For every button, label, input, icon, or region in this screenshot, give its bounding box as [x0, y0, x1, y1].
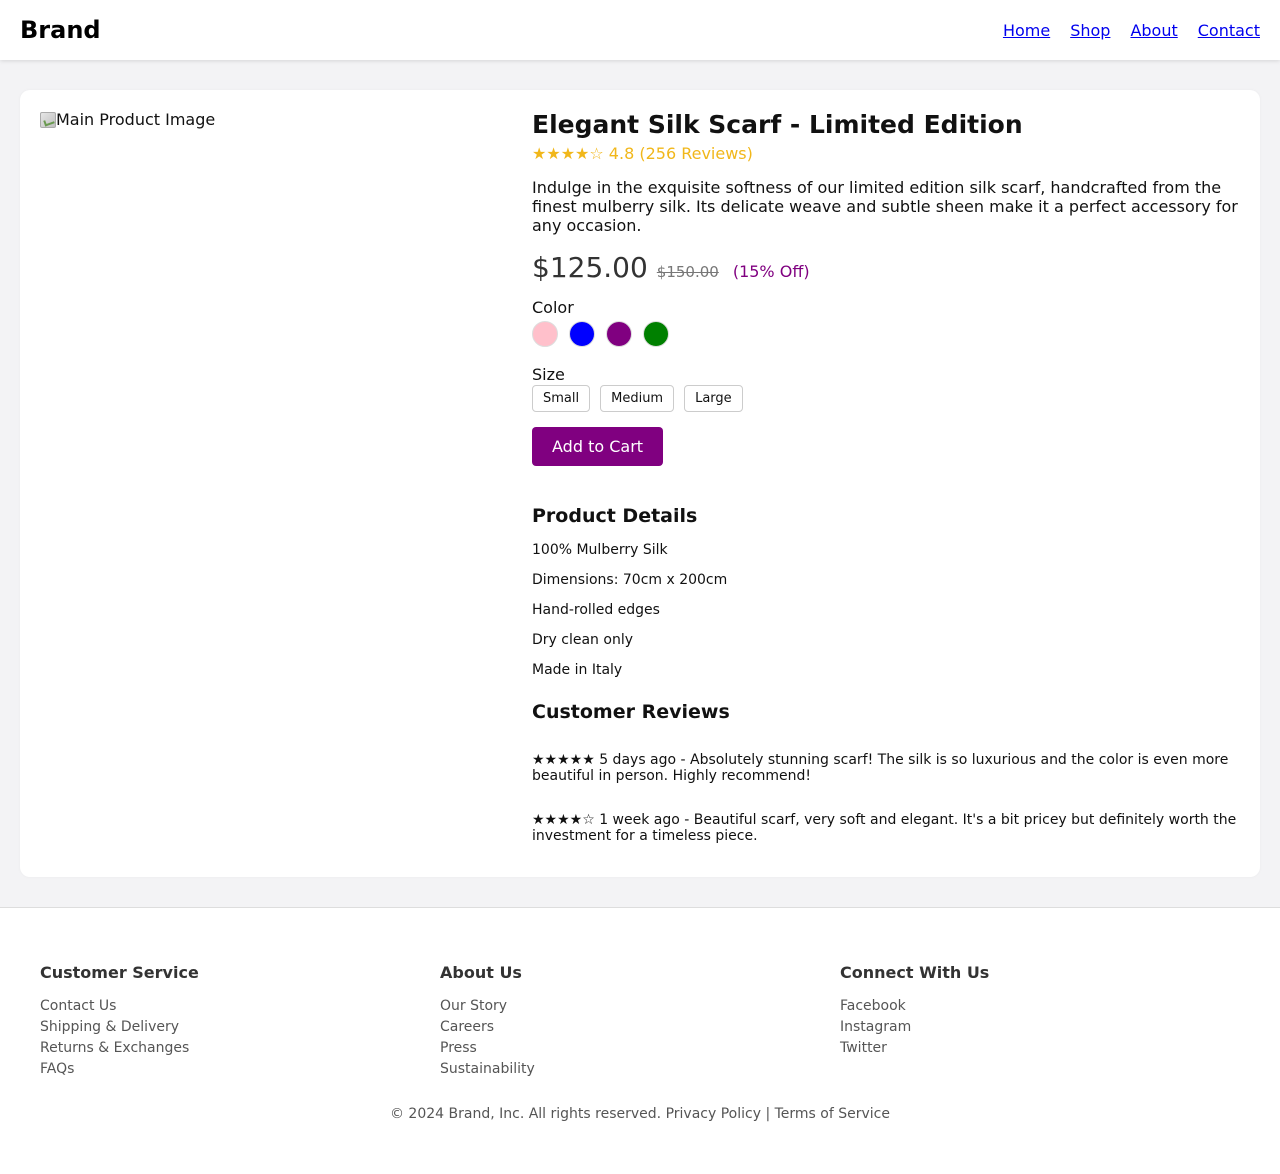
broken-image-icon: [40, 111, 56, 128]
nav-link-shop[interactable]: Shop: [1070, 21, 1110, 40]
product-image-column: Main Product Image: [40, 110, 532, 857]
footer-link-facebook[interactable]: Facebook: [840, 996, 1240, 1017]
main-nav: Home Shop About Contact: [1003, 21, 1260, 40]
size-label: Size: [532, 365, 565, 384]
color-swatch-green[interactable]: [643, 321, 669, 347]
discount-label: (15% Off): [732, 262, 810, 281]
footer-column-connect: Connect With Us Facebook Instagram Twitt…: [840, 963, 1240, 1080]
detail-item: Dry clean only: [532, 632, 633, 648]
copyright-text: © 2024 Brand, Inc. All rights reserved.: [389, 1106, 662, 1122]
product-info: Elegant Silk Scarf - Limited Edition ★★★…: [532, 110, 1240, 857]
review-item: ★★★★☆ 1 week ago - Beautiful scarf, very…: [532, 812, 1237, 844]
product-title: Elegant Silk Scarf - Limited Edition: [532, 110, 1023, 139]
nav-link-contact[interactable]: Contact: [1198, 21, 1260, 40]
footer-link-returns[interactable]: Returns & Exchanges: [40, 1038, 440, 1059]
color-swatches: [532, 321, 1240, 347]
footer-link-press[interactable]: Press: [440, 1038, 840, 1059]
footer-link-our-story[interactable]: Our Story: [440, 996, 840, 1017]
footer-link-sustainability[interactable]: Sustainability: [440, 1059, 840, 1080]
terms-of-service-link[interactable]: Terms of Service: [775, 1106, 890, 1122]
footer-column-title: About Us: [440, 963, 522, 982]
footer-column-customer-service: Customer Service Contact Us Shipping & D…: [40, 963, 440, 1080]
footer-link-twitter[interactable]: Twitter: [840, 1038, 1240, 1059]
footer-column-title: Customer Service: [40, 963, 199, 982]
customer-reviews-heading: Customer Reviews: [532, 701, 730, 723]
color-swatch-blue[interactable]: [569, 321, 595, 347]
current-price: $125.00: [532, 251, 648, 284]
nav-link-about[interactable]: About: [1130, 21, 1177, 40]
footer-column-title: Connect With Us: [840, 963, 990, 982]
product-rating[interactable]: ★★★★☆ 4.8 (256 Reviews): [532, 144, 1240, 164]
footer-link-contact-us[interactable]: Contact Us: [40, 996, 440, 1017]
product-details-heading: Product Details: [532, 505, 698, 527]
product-description: Indulge in the exquisite softness of our…: [532, 178, 1238, 235]
original-price: $150.00: [656, 263, 719, 281]
size-options: Small Medium Large: [532, 385, 1240, 412]
product-image-alt-text: Main Product Image: [56, 110, 216, 129]
review-item: ★★★★★ 5 days ago - Absolutely stunning s…: [532, 752, 1229, 784]
footer-columns: Customer Service Contact Us Shipping & D…: [40, 963, 1240, 1080]
size-button-medium[interactable]: Medium: [600, 385, 675, 412]
product-details-list: 100% Mulberry Silk Dimensions: 70cm x 20…: [532, 542, 1240, 678]
product-card: Main Product Image Elegant Silk Scarf - …: [20, 90, 1260, 877]
footer-link-shipping[interactable]: Shipping & Delivery: [40, 1017, 440, 1038]
footer-link-faqs[interactable]: FAQs: [40, 1059, 440, 1080]
detail-item: Made in Italy: [532, 662, 623, 678]
detail-item: Hand-rolled edges: [532, 602, 660, 618]
top-navbar: Brand Home Shop About Contact: [0, 0, 1280, 60]
color-swatch-pink[interactable]: [532, 321, 558, 347]
detail-item: Dimensions: 70cm x 200cm: [532, 572, 728, 588]
price-row: $125.00 $150.00 (15% Off): [532, 251, 1240, 284]
footer-separator: |: [765, 1106, 771, 1122]
privacy-policy-link[interactable]: Privacy Policy: [666, 1106, 761, 1122]
footer-link-careers[interactable]: Careers: [440, 1017, 840, 1038]
size-button-small[interactable]: Small: [532, 385, 591, 412]
main-product-image[interactable]: Main Product Image: [40, 110, 215, 129]
main-content: Main Product Image Elegant Silk Scarf - …: [0, 60, 1280, 907]
detail-item: 100% Mulberry Silk: [532, 542, 668, 558]
copyright-bar: © 2024 Brand, Inc. All rights reserved. …: [40, 1106, 1240, 1122]
color-swatch-purple[interactable]: [606, 321, 632, 347]
color-label: Color: [532, 298, 574, 317]
nav-link-home[interactable]: Home: [1003, 21, 1050, 40]
footer-link-instagram[interactable]: Instagram: [840, 1017, 1240, 1038]
add-to-cart-button[interactable]: Add to Cart: [532, 427, 664, 466]
site-footer: Customer Service Contact Us Shipping & D…: [0, 907, 1280, 1174]
brand-logo[interactable]: Brand: [20, 16, 101, 44]
footer-column-about-us: About Us Our Story Careers Press Sustain…: [440, 963, 840, 1080]
size-button-large[interactable]: Large: [684, 385, 743, 412]
